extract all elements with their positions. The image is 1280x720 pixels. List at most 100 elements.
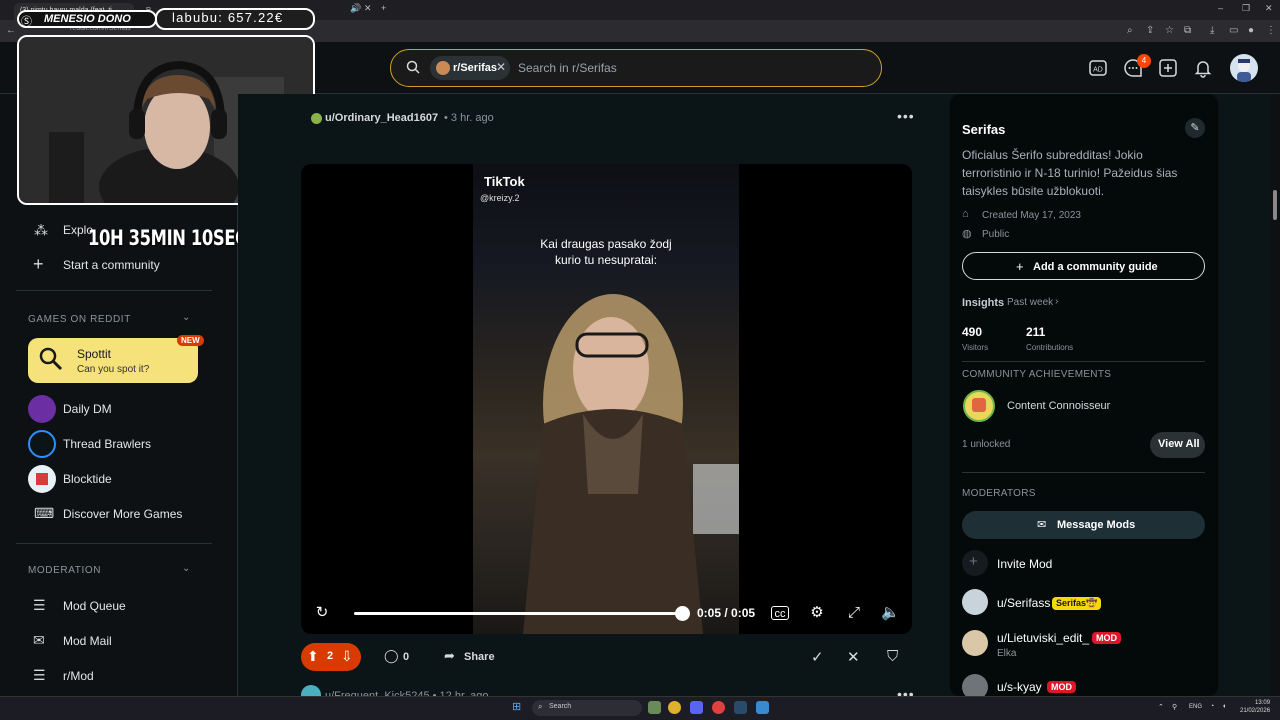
vote-count: 2 [327, 650, 334, 662]
minimize-icon[interactable]: – [1218, 3, 1223, 13]
language-indicator[interactable]: ENG [1189, 704, 1202, 710]
app-icon[interactable] [648, 701, 661, 714]
unlocked-count: 1 unlocked [962, 439, 1011, 450]
mod-mail-icon: ✉ [33, 632, 45, 648]
wifi-icon[interactable]: ◔ [1210, 703, 1214, 710]
sidebar-item-r-mod[interactable]: r/Mod [63, 669, 94, 683]
spottit-title: Spottit [77, 347, 112, 361]
author-avatar[interactable] [311, 113, 322, 124]
user-avatar[interactable] [1230, 54, 1258, 82]
share-label: Share [464, 651, 495, 663]
visitors-label: Visitors [962, 343, 989, 352]
achievement-name[interactable]: Content Connoisseur [1007, 400, 1110, 412]
moderators-section-header: MODERATORS [962, 488, 1036, 499]
mod-name[interactable]: u/Serifass [997, 596, 1050, 610]
steam-icon[interactable] [734, 701, 747, 714]
window-close-icon[interactable]: ✕ [1265, 3, 1273, 14]
page-scrollbar[interactable] [1270, 94, 1280, 696]
windows-start-icon[interactable]: ⊞ [512, 700, 521, 713]
advertise-icon[interactable]: AD [1088, 58, 1108, 78]
search-input[interactable]: Search in r/Serifas [518, 61, 617, 75]
chevron-down-icon[interactable]: ⌄ [182, 563, 190, 574]
extensions-icon[interactable]: ⧉ [1184, 25, 1191, 36]
tab-audio-icon[interactable]: 🔊 [350, 3, 361, 14]
download-icon[interactable]: ⤓ [1210, 25, 1214, 36]
approve-icon[interactable]: ✓ [811, 648, 824, 666]
mod-flair: MOD [1047, 681, 1076, 693]
create-post-icon[interactable] [1158, 58, 1178, 78]
chevron-right-icon[interactable]: › [1055, 296, 1058, 307]
video-progress-knob[interactable] [674, 606, 690, 621]
tray-chevron-icon[interactable]: ⌃ [1158, 703, 1164, 711]
opera-icon[interactable] [712, 701, 725, 714]
sidebar-toggle-icon[interactable]: ▭ [1229, 25, 1238, 36]
sidebar-item-blocktide[interactable]: Blocktide [63, 472, 112, 486]
video-progress-bar[interactable] [354, 612, 682, 615]
gamepad-icon: ⌨ [34, 505, 55, 521]
back-icon[interactable]: ← [6, 25, 16, 36]
remove-icon[interactable]: ✕ [847, 648, 860, 666]
mod-avatar[interactable] [962, 630, 988, 656]
insights-range[interactable]: Past week [1007, 297, 1053, 308]
tiktok-logo: TikTok [484, 174, 525, 189]
sidebar-item-mod-queue[interactable]: Mod Queue [63, 599, 126, 613]
clock-time: 13:09 [1255, 700, 1271, 706]
video-time-readout: 0:05 / 0:05 [697, 606, 756, 620]
zoom-icon[interactable]: ⌕ [1127, 25, 1133, 36]
tray-icon[interactable]: ⚲ [1172, 703, 1177, 711]
replay-icon[interactable]: ↻ [313, 604, 331, 622]
sidebar-item-mod-mail[interactable]: Mod Mail [63, 634, 112, 648]
volume-icon[interactable]: 🔈 [881, 604, 900, 622]
bookmark-icon[interactable]: ☆ [1165, 25, 1174, 36]
achievements-section-header: COMMUNITY ACHIEVEMENTS [962, 369, 1112, 380]
moderation-section-header[interactable]: MODERATION [28, 565, 101, 576]
volume-icon[interactable]: ◖ [1222, 703, 1226, 710]
scrollbar-thumb[interactable] [1273, 190, 1277, 220]
profile-icon[interactable]: ● [1248, 25, 1254, 36]
settings-gear-icon[interactable]: ⚙ [808, 604, 826, 622]
sidebar-item-discover-games[interactable]: Discover More Games [63, 507, 182, 521]
fullscreen-icon[interactable]: ⤢ [845, 604, 863, 622]
contributions-label: Contributions [1026, 343, 1074, 352]
chrome-icon[interactable] [668, 701, 681, 714]
taskbar-clock[interactable]: 13:09 21/02/2026 [1240, 699, 1270, 715]
downvote-icon[interactable]: ⇩ [341, 648, 353, 665]
mod-name[interactable]: u/Lietuviski_edit_ [997, 631, 1089, 645]
video-caption: Kai draugas pasako žodj kurio tu nesupra… [540, 237, 672, 267]
thread-brawlers-icon [28, 430, 56, 458]
captions-icon[interactable]: cc [771, 606, 789, 620]
plus-icon: + [1016, 259, 1024, 274]
magnifier-icon [39, 347, 63, 371]
restore-icon[interactable]: ❐ [1242, 3, 1250, 14]
games-section-header[interactable]: GAMES ON REDDIT [28, 314, 131, 325]
mod-name[interactable]: u/s-kyay [997, 680, 1042, 694]
sidebar-item-thread-brawlers[interactable]: Thread Brawlers [63, 437, 151, 451]
labubu-counter: labubu: 657.22€ [172, 10, 284, 25]
edit-pencil-icon[interactable]: ✎ [1185, 118, 1205, 138]
app-icon[interactable] [756, 701, 769, 714]
divider [962, 472, 1205, 473]
tiktok-handle: @kreizy.2 [480, 193, 520, 203]
notifications-bell-icon[interactable] [1193, 58, 1213, 78]
blocktide-block [36, 473, 48, 485]
mod-avatar[interactable] [962, 589, 988, 615]
contributions-count: 211 [1026, 325, 1046, 339]
close-icon[interactable]: ✕ [496, 60, 506, 74]
share-page-icon[interactable]: ⇪ [1146, 25, 1154, 36]
message-mods-label: Message Mods [1057, 519, 1136, 531]
post-author[interactable]: u/Ordinary_Head1607 [325, 112, 438, 124]
upvote-icon[interactable]: ⬆ [307, 648, 319, 665]
globe-icon: ◍ [962, 228, 972, 240]
shield-icon[interactable]: ⛉ [887, 648, 898, 665]
browser-menu-icon[interactable]: ⋮ [1266, 25, 1276, 36]
search-icon [406, 60, 420, 74]
sidebar-item-start-community[interactable]: Start a community [63, 258, 160, 272]
tab-close-icon[interactable]: ✕ [364, 3, 372, 14]
discord-icon[interactable] [690, 701, 703, 714]
more-options-icon[interactable]: ••• [897, 108, 915, 124]
stream-timer: 10H 35MIN 10SEC [88, 226, 247, 250]
new-tab-icon[interactable]: + [381, 3, 386, 13]
sidebar-item-daily-dm[interactable]: Daily DM [63, 402, 112, 416]
invite-mod-button[interactable]: Invite Mod [997, 557, 1052, 571]
chevron-down-icon[interactable]: ⌄ [182, 312, 190, 323]
